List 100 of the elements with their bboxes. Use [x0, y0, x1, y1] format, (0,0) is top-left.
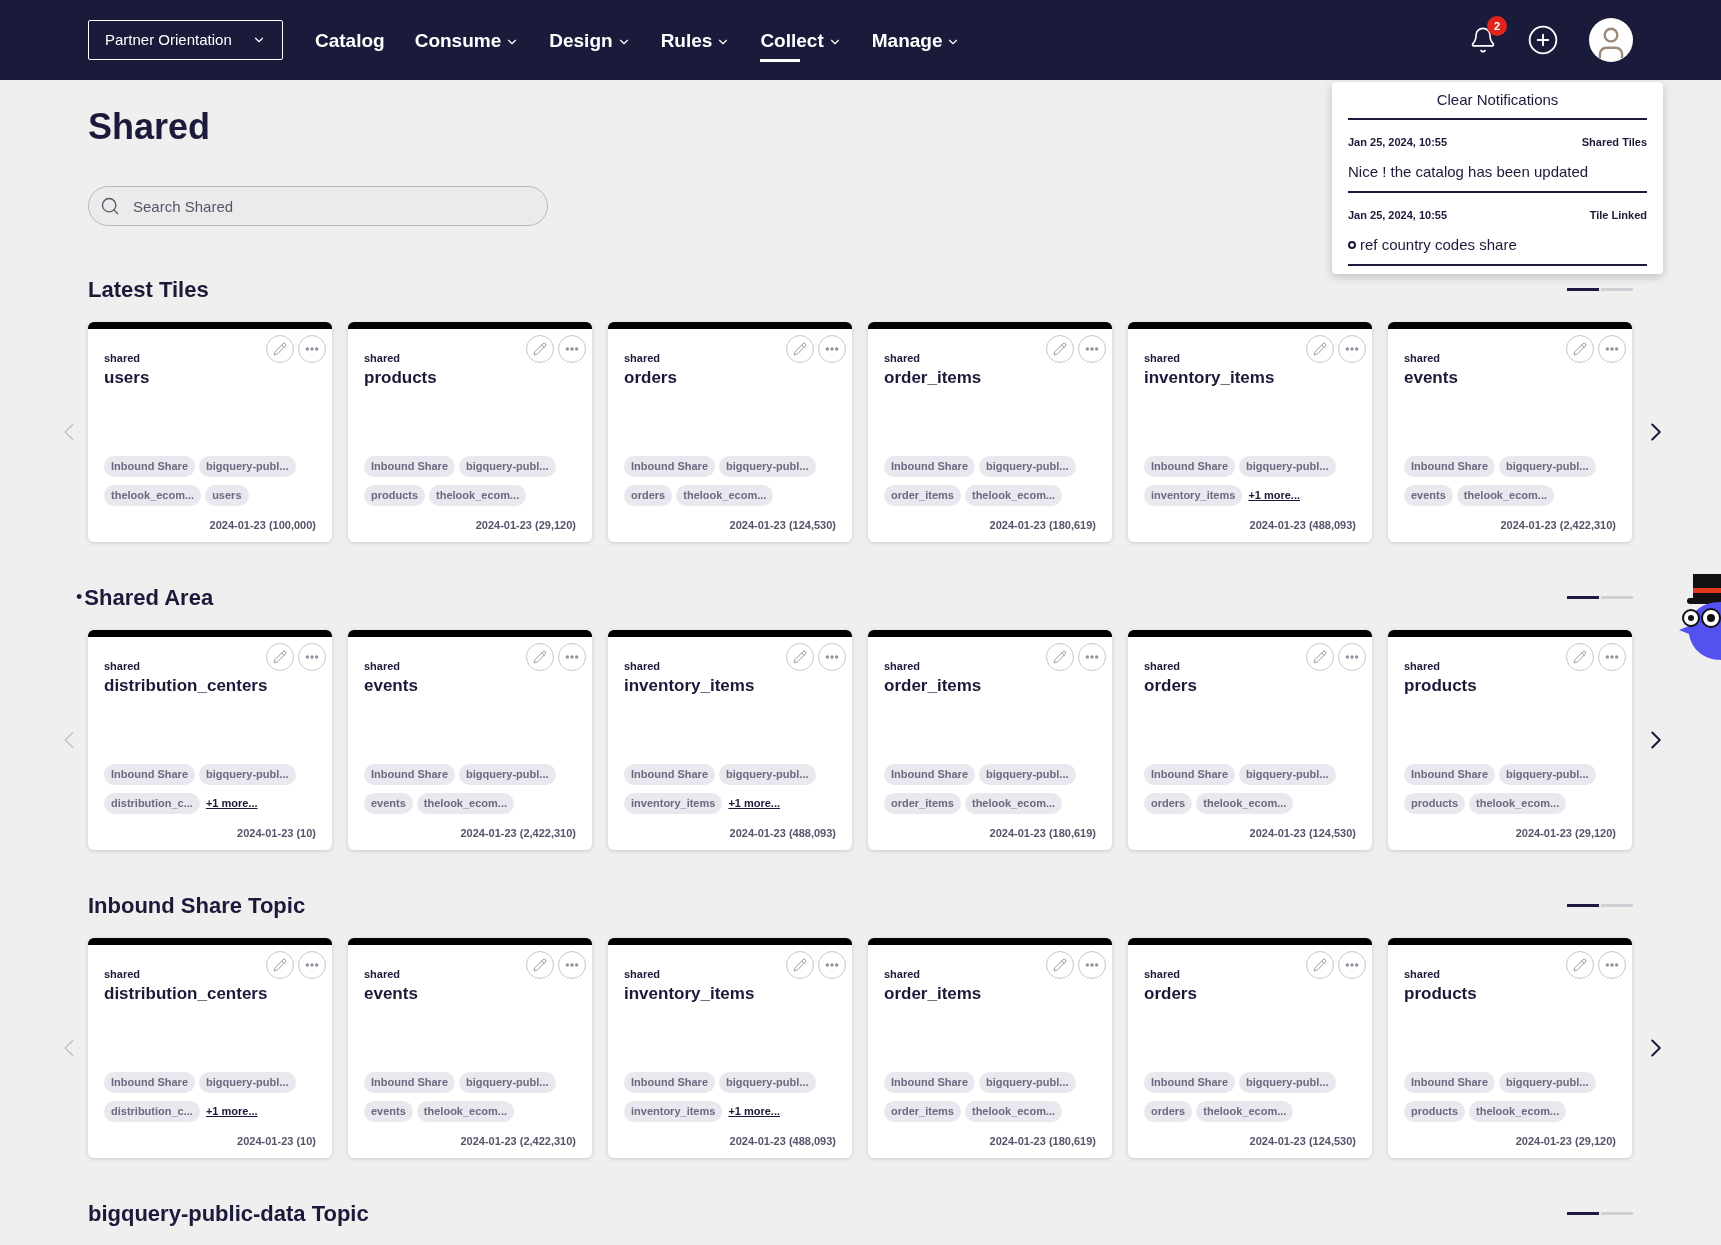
edit-button[interactable]	[266, 951, 294, 979]
tile-card[interactable]: shared distribution_centers Inbound Share bigquery-publ... distribution_c... +1 more... 2024-01-23 (10)	[88, 938, 332, 1158]
more-button[interactable]	[1338, 335, 1366, 363]
more-button[interactable]	[1598, 335, 1626, 363]
nav-menu-item[interactable]: Design	[549, 18, 631, 62]
tile-title: orders	[1144, 675, 1197, 697]
more-link[interactable]: +1 more...	[728, 1103, 781, 1120]
edit-button[interactable]	[1566, 643, 1594, 671]
tile-card[interactable]: shared inventory_items Inbound Share bigquery-publ... inventory_items +1 more... 2024-01-23 (488,093)	[1128, 322, 1372, 542]
tile-card[interactable]: shared orders Inbound Share bigquery-publ... orders thelook_ecom... 2024-01-23 (124,530)	[1128, 938, 1372, 1158]
tile-card[interactable]: shared orders Inbound Share bigquery-publ... orders thelook_ecom... 2024-01-23 (124,530)	[608, 322, 852, 542]
edit-button[interactable]	[1306, 643, 1334, 671]
tag-chip: orders	[1144, 793, 1193, 814]
more-button[interactable]	[818, 951, 846, 979]
tile-label: shared	[1404, 967, 1441, 981]
tile-footer: 2024-01-23 (180,619)	[989, 518, 1096, 532]
tile-label: shared	[884, 967, 921, 981]
edit-button[interactable]	[526, 335, 554, 363]
more-button[interactable]	[1078, 643, 1106, 671]
more-button[interactable]	[298, 335, 326, 363]
more-button[interactable]	[1598, 643, 1626, 671]
more-link[interactable]: +1 more...	[205, 1103, 258, 1120]
more-button[interactable]	[558, 643, 586, 671]
notification-item[interactable]: Jan 25, 2024, 10:55 Tile Linked ref country codes share	[1348, 193, 1647, 266]
more-button[interactable]	[818, 643, 846, 671]
edit-button[interactable]	[786, 335, 814, 363]
pencil-icon	[1313, 650, 1327, 664]
pencil-icon	[273, 650, 287, 664]
tile-card[interactable]: shared distribution_centers Inbound Share bigquery-publ... distribution_c... +1 more... 2024-01-23 (10)	[88, 630, 332, 850]
tile-label: shared	[104, 659, 141, 673]
pager-dash[interactable]	[1567, 287, 1599, 291]
edit-button[interactable]	[1306, 335, 1334, 363]
more-link[interactable]: +1 more...	[205, 795, 258, 812]
edit-button[interactable]	[1046, 643, 1074, 671]
more-button[interactable]	[558, 335, 586, 363]
edit-button[interactable]	[266, 643, 294, 671]
more-button[interactable]	[1078, 335, 1106, 363]
pager-dash[interactable]	[1567, 1211, 1599, 1215]
tag-chip: events	[364, 1101, 413, 1122]
tag-chip: bigquery-publ...	[1239, 456, 1336, 477]
search-field[interactable]: Search Shared	[88, 186, 548, 226]
tile-card[interactable]: shared products Inbound Share bigquery-publ... products thelook_ecom... 2024-01-23 (29,120)	[1388, 630, 1632, 850]
more-button[interactable]	[1338, 951, 1366, 979]
tile-card[interactable]: shared inventory_items Inbound Share bigquery-publ... inventory_items +1 more... 2024-01-23 (488,093)	[608, 938, 852, 1158]
edit-button[interactable]	[266, 335, 294, 363]
edit-button[interactable]	[526, 643, 554, 671]
edit-button[interactable]	[1046, 951, 1074, 979]
pager-dash[interactable]	[1567, 903, 1599, 907]
more-button[interactable]	[298, 643, 326, 671]
tile-title: distribution_centers	[104, 675, 268, 697]
tag-chip: bigquery-publ...	[979, 1072, 1076, 1093]
search-icon	[100, 196, 120, 216]
tile-card[interactable]: shared inventory_items Inbound Share bigquery-publ... inventory_items +1 more... 2024-01-23 (488,093)	[608, 630, 852, 850]
tile-card[interactable]: shared products Inbound Share bigquery-publ... products thelook_ecom... 2024-01-23 (29,120)	[348, 322, 592, 542]
tile-card[interactable]: shared users Inbound Share bigquery-publ... thelook_ecom... users 2024-01-23 (100,000)	[88, 322, 332, 542]
tag-chip: thelook_ecom...	[965, 1101, 1063, 1122]
more-link[interactable]: +1 more...	[1248, 487, 1301, 504]
tile-card[interactable]: shared products Inbound Share bigquery-publ... products thelook_ecom... 2024-01-23 (29,120)	[1388, 938, 1632, 1158]
more-button[interactable]	[298, 951, 326, 979]
edit-button[interactable]	[786, 643, 814, 671]
tag-chip: bigquery-publ...	[1499, 764, 1596, 785]
tag-chip: bigquery-publ...	[459, 764, 556, 785]
more-button[interactable]	[818, 335, 846, 363]
tile-card[interactable]: shared events Inbound Share bigquery-publ... events thelook_ecom... 2024-01-23 (2,422,310)	[348, 938, 592, 1158]
edit-button[interactable]	[786, 951, 814, 979]
nav-menu-item[interactable]: Consume	[414, 18, 520, 62]
tag-chip: thelook_ecom...	[676, 485, 774, 506]
edit-button[interactable]	[1566, 335, 1594, 363]
user-avatar[interactable]	[1589, 18, 1633, 62]
more-button[interactable]	[1598, 951, 1626, 979]
tile-title: inventory_items	[624, 675, 755, 697]
more-link[interactable]: +1 more...	[728, 795, 781, 812]
tile-label: shared	[1144, 351, 1181, 365]
nav-menu-item[interactable]: Manage	[871, 18, 961, 62]
tile-card[interactable]: shared orders Inbound Share bigquery-publ... orders thelook_ecom... 2024-01-23 (124,530)	[1128, 630, 1372, 850]
tile-card[interactable]: shared events Inbound Share bigquery-publ... events thelook_ecom... 2024-01-23 (2,422,310)	[348, 630, 592, 850]
add-icon[interactable]	[1527, 24, 1559, 56]
nav-menu-item[interactable]: Catalog	[315, 18, 385, 62]
edit-button[interactable]	[526, 951, 554, 979]
tile-card[interactable]: shared order_items Inbound Share bigquery-publ... order_items thelook_ecom... 2024-01-23 (180,619)	[868, 938, 1112, 1158]
edit-button[interactable]	[1566, 951, 1594, 979]
more-button[interactable]	[558, 951, 586, 979]
tile-title: users	[104, 367, 150, 389]
more-button[interactable]	[1078, 951, 1106, 979]
pager-dash[interactable]	[1567, 595, 1599, 599]
nav-menu-item[interactable]: Collect	[760, 18, 842, 62]
notification-item[interactable]: Jan 25, 2024, 10:55 Shared Tiles Nice ! the catalog has been updated	[1348, 120, 1647, 193]
more-button[interactable]	[1338, 643, 1366, 671]
tag-chip: Inbound Share	[364, 456, 455, 477]
tile-card[interactable]: shared order_items Inbound Share bigquery-publ... order_items thelook_ecom... 2024-01-23 (180,619)	[868, 322, 1112, 542]
tile-card[interactable]: shared order_items Inbound Share bigquery-publ... order_items thelook_ecom... 2024-01-23 (180,619)	[868, 630, 1112, 850]
clear-notifications-button[interactable]: Clear Notifications	[1348, 82, 1647, 120]
tag-chip: bigquery-publ...	[459, 1072, 556, 1093]
edit-button[interactable]	[1306, 951, 1334, 979]
nav-menu-item[interactable]: Rules	[660, 18, 731, 62]
edit-button[interactable]	[1046, 335, 1074, 363]
tile-card[interactable]: shared events Inbound Share bigquery-publ... events thelook_ecom... 2024-01-23 (2,422,310)	[1388, 322, 1632, 542]
tag-chip: thelook_ecom...	[965, 793, 1063, 814]
workspace-dropdown[interactable]: Partner Orientation	[88, 20, 283, 60]
tag-chip: thelook_ecom...	[1196, 793, 1294, 814]
